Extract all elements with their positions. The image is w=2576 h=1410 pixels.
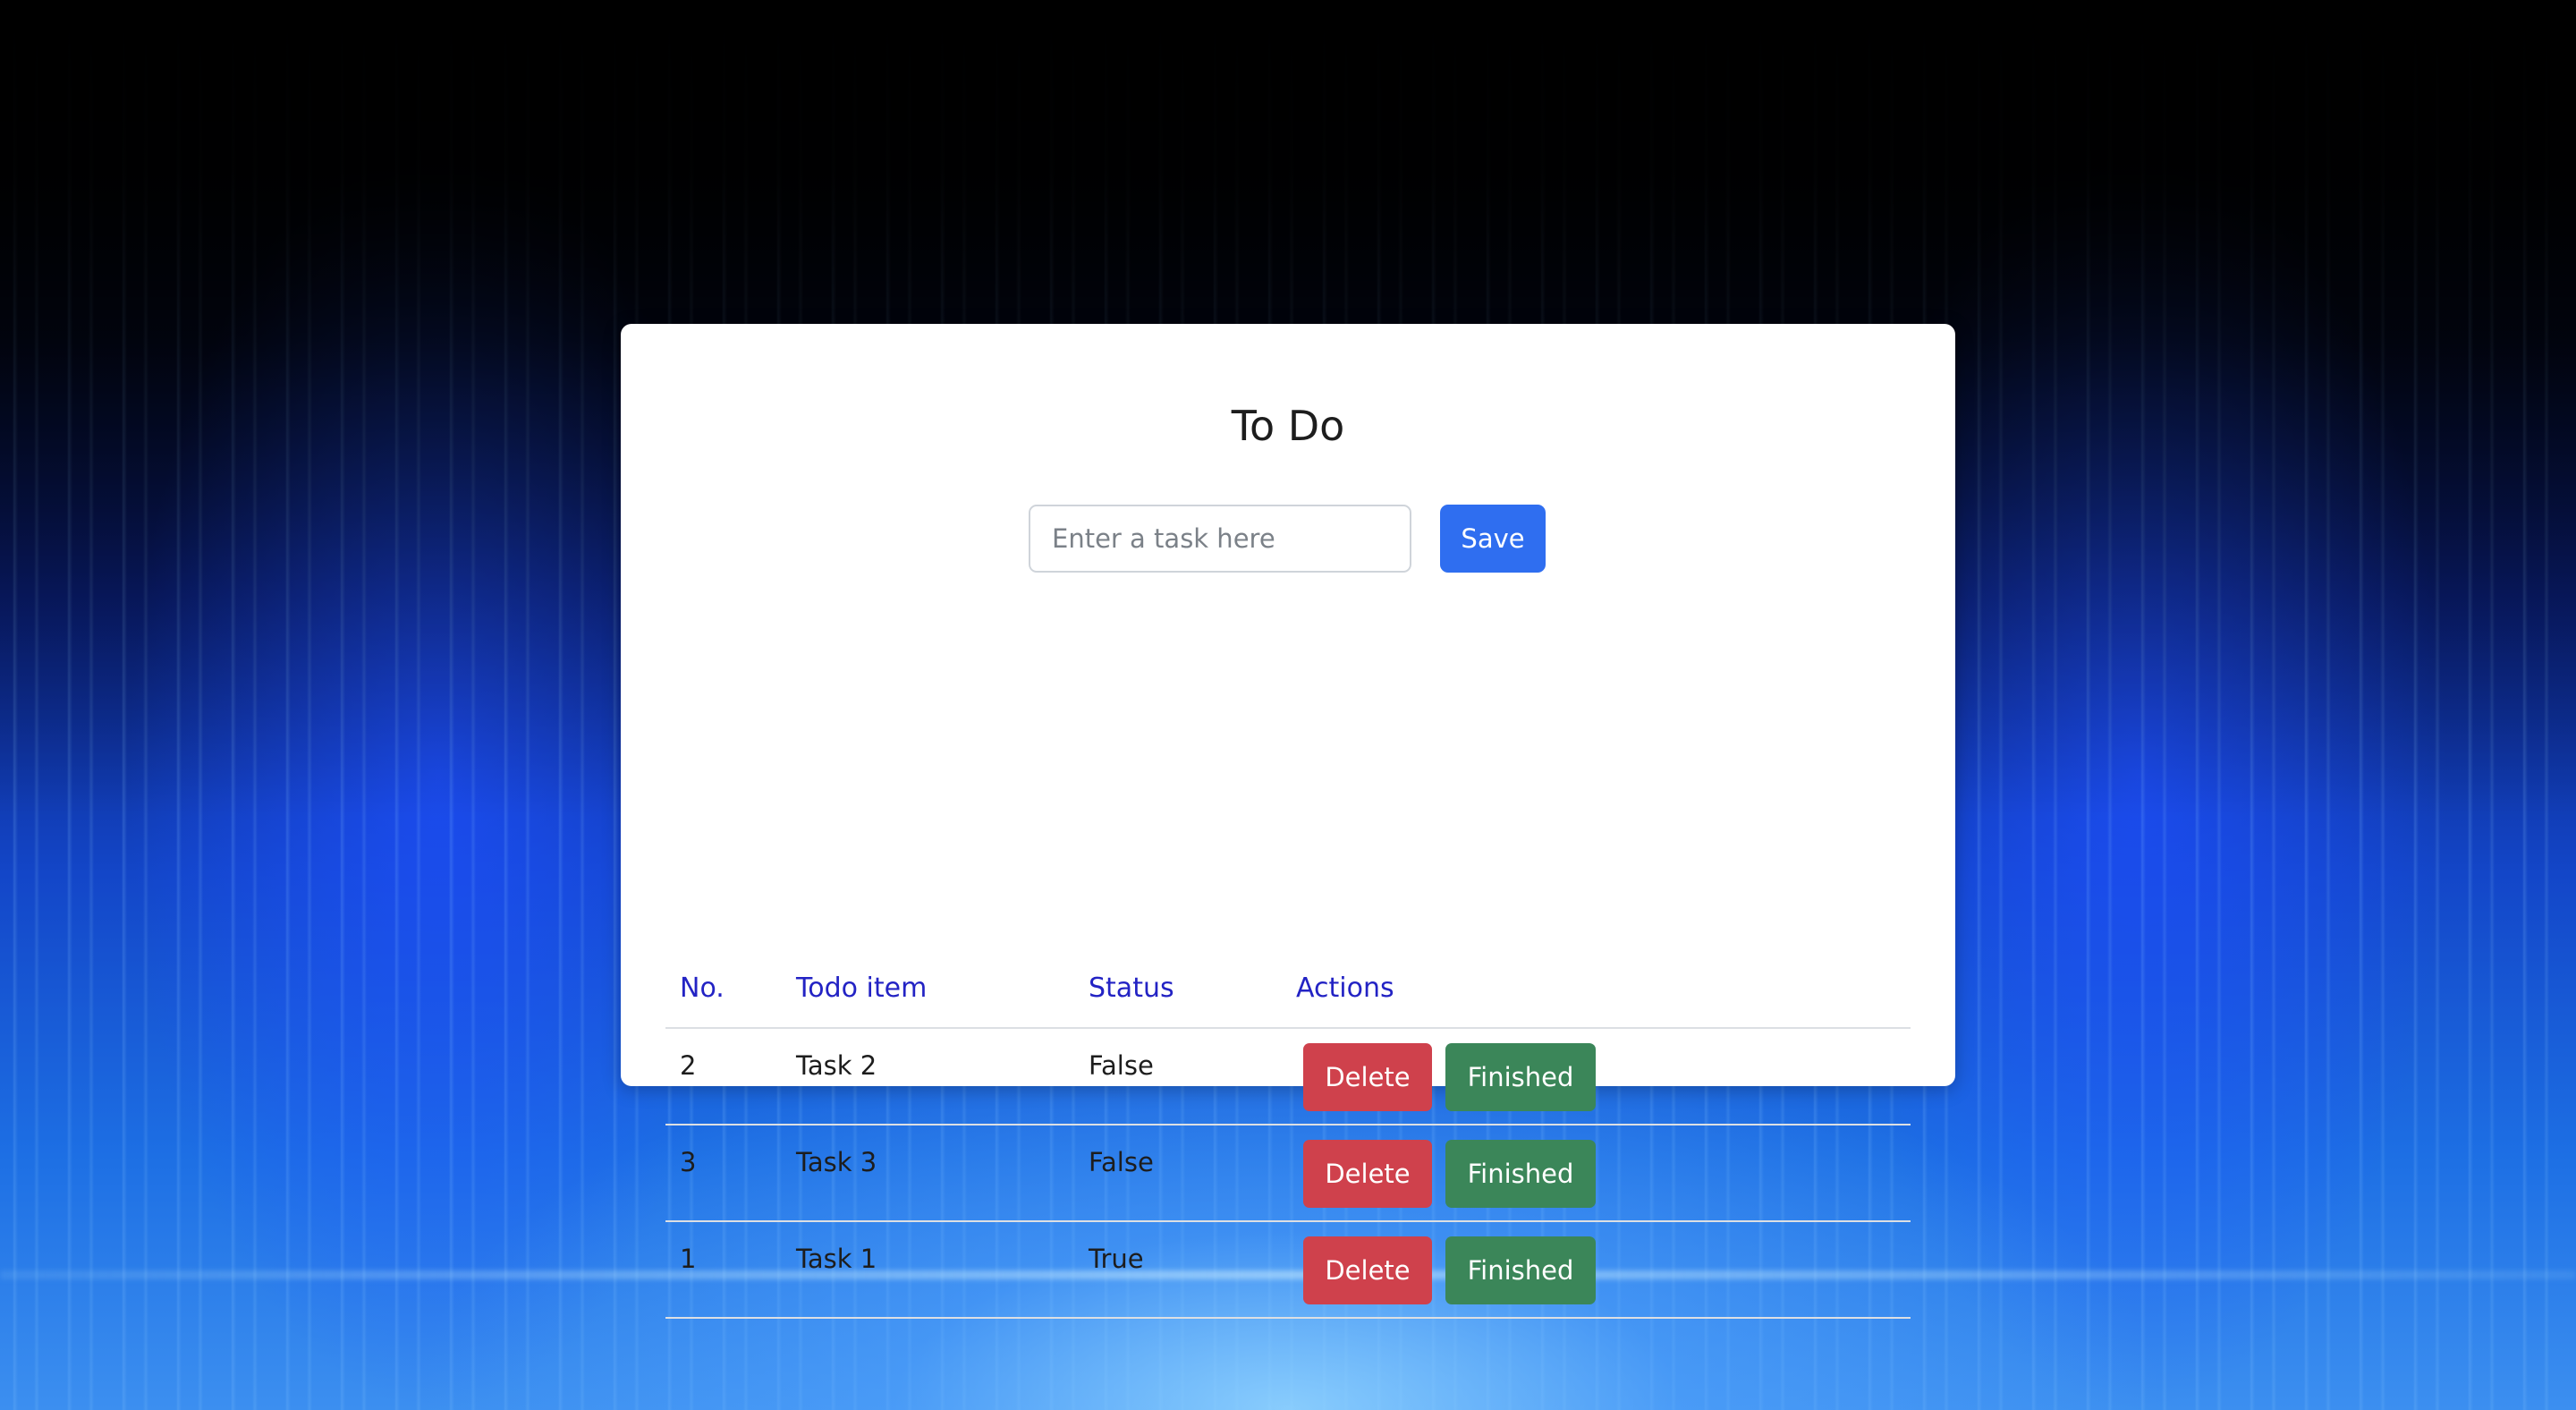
row-number: 2 [680, 1050, 697, 1081]
table-row: 1 Task 1 True Delete Finished [665, 1222, 1911, 1319]
finished-button[interactable]: Finished [1445, 1140, 1596, 1208]
row-actions: Delete Finished [1296, 1029, 1911, 1124]
row-status: True [1089, 1244, 1144, 1274]
page-title: To Do [1231, 402, 1345, 450]
row-actions: Delete Finished [1296, 1222, 1911, 1317]
row-todo-item: Task 1 [796, 1244, 877, 1274]
table-row: 3 Task 3 False Delete Finished [665, 1125, 1911, 1222]
row-number: 1 [680, 1244, 697, 1274]
delete-button[interactable]: Delete [1303, 1140, 1432, 1208]
row-status: False [1089, 1050, 1154, 1081]
table-row: 2 Task 2 False Delete Finished [665, 1029, 1911, 1125]
todo-table: No. Todo item Status Actions 2 Task 2 Fa… [665, 948, 1911, 1319]
row-status: False [1089, 1147, 1154, 1177]
table-header: No. Todo item Status Actions [665, 948, 1911, 1029]
row-actions: Delete Finished [1296, 1125, 1911, 1220]
todo-card: To Do Save No. Todo item Status Actions … [621, 324, 1955, 1319]
header-todo-item: Todo item [796, 972, 928, 1004]
add-task-form: Save [1029, 505, 1546, 573]
task-input[interactable] [1029, 505, 1411, 573]
delete-button[interactable]: Delete [1303, 1236, 1432, 1304]
row-number: 3 [680, 1147, 697, 1177]
row-todo-item: Task 2 [796, 1050, 877, 1081]
finished-button[interactable]: Finished [1445, 1236, 1596, 1304]
delete-button[interactable]: Delete [1303, 1043, 1432, 1111]
header-actions: Actions [1296, 972, 1394, 1004]
row-todo-item: Task 3 [796, 1147, 877, 1177]
finished-button[interactable]: Finished [1445, 1043, 1596, 1111]
header-status: Status [1089, 972, 1174, 1004]
save-button[interactable]: Save [1440, 505, 1546, 573]
header-no: No. [680, 972, 724, 1004]
